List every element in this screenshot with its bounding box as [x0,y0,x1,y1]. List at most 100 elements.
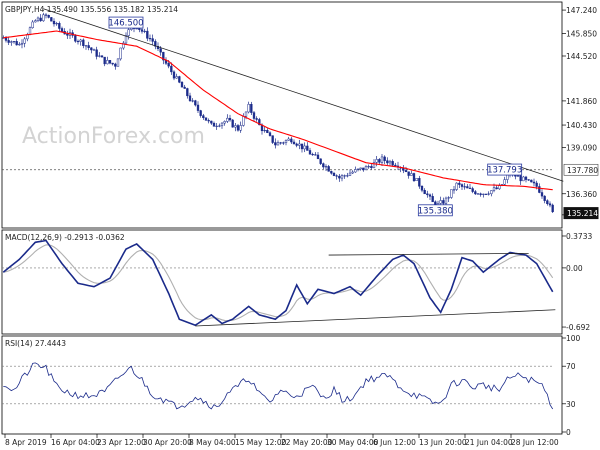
candle [530,179,533,183]
candle [271,135,274,145]
candle [50,17,53,22]
candle [178,75,181,84]
rsi-axis-label: 30 [566,400,576,409]
candle-body [119,47,122,60]
x-axis-label: 22 May 20:00 [281,438,333,447]
last-price-label: 135.214 [563,207,599,220]
candle-body [268,132,272,136]
candle [450,189,453,199]
candle-body [287,138,290,141]
candle-body [159,48,162,53]
x-axis-label: 23 Apr 12:00 [97,438,146,447]
candle-body [98,55,101,57]
x-axis-label: 30 Apr 20:00 [143,438,192,447]
rsi-header: RSI(14) 27.4443 [5,339,66,348]
candle-body [370,166,373,169]
candle-body [103,56,106,65]
price-axis-label: 139.090 [566,144,597,153]
price-axis-label: 147.240 [566,6,597,15]
candle-body [327,166,330,172]
candle-body [212,122,216,127]
candle-body [31,21,34,28]
candle-body [228,117,232,121]
candle-body [303,145,306,150]
candle [484,193,488,195]
candle [116,58,120,67]
macd-axis-label: 0.00 [566,264,583,273]
x-axis-label: 28 Jun 12:00 [511,438,559,447]
candle-body [418,178,421,187]
callout-label: 137.793 [487,166,522,176]
candle-body [215,125,218,127]
candle-body [231,119,234,128]
x-axis-label: 15 May 12:00 [235,438,287,447]
candle-body [548,203,552,206]
candle-body [540,192,544,197]
candle-body [455,182,458,190]
candle-body [20,42,24,45]
candle-body [271,135,274,143]
candle-body [111,62,114,65]
candle-body [92,49,96,51]
candle-body [250,104,253,113]
candle-body [380,156,384,163]
candle-body [298,143,301,146]
candle-body [252,112,256,119]
rsi-axis-label: 70 [566,362,576,371]
candle-body [218,125,221,127]
candle-body [188,95,192,101]
candle-body [36,17,40,21]
candle-body [535,182,538,187]
candle [551,203,554,214]
candle-body [247,104,250,113]
candle [455,182,458,191]
candle-body [4,37,8,41]
candle-body [76,40,80,43]
candle-body [506,174,509,180]
candle-body [364,166,368,171]
candle-body [44,14,48,16]
candle-body [471,188,474,192]
candle-body [306,145,309,151]
x-axis-label: 16 Apr 04:00 [51,438,100,447]
candle-body [332,172,336,176]
candle-body [354,169,357,173]
candle [119,47,122,61]
candle-body [210,120,213,124]
candle [412,172,416,182]
watermark: ActionForex.com [22,124,205,149]
candle-body [284,140,288,143]
candle-body [114,63,117,67]
candle-body [386,160,389,164]
candle-body [47,14,50,18]
candle-body [474,191,477,195]
candle-body [279,142,282,144]
candle-body [290,138,293,143]
candle-body [186,88,189,97]
candle-body [58,23,61,29]
candle-body [460,184,464,187]
x-axis-label: 8 Apr 2019 [5,438,47,447]
price-callout: 135.380 [418,204,453,216]
candle-body [388,161,392,164]
candle-body [466,186,469,189]
chart-canvas: ActionForex.com 146.500 137.793 135.380 14… [0,0,600,450]
candle-body [295,143,298,146]
price-axis-label: 145.850 [566,30,597,39]
candle-body [447,197,450,199]
candle-body [138,28,141,30]
candle [231,119,234,128]
rsi-axis-label: 100 [566,334,581,343]
callout-label: 135.380 [418,206,453,216]
candle-body [66,33,69,36]
candle-body [527,179,530,181]
candle-body [60,28,64,32]
candle-body [244,111,248,117]
candle-body [314,154,317,156]
macd-axis-label: -0.692 [566,323,590,332]
price-callout: 146.500 [108,16,144,29]
candle-body [439,200,442,204]
candle-body [444,197,448,204]
candle-body [175,76,178,79]
candle-body [543,195,546,201]
